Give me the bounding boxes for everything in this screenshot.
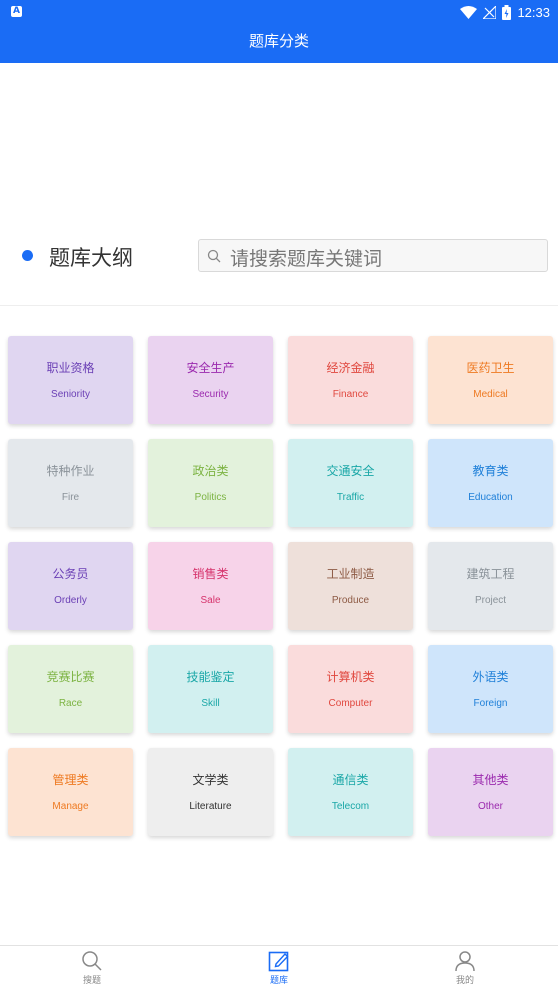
search-placeholder: 请搜索题库关键词	[230, 248, 383, 270]
bottom-nav: 搜题 题库 我的	[0, 945, 558, 992]
category-english: Manage	[52, 801, 89, 812]
category-card[interactable]: 竞赛比赛 Race	[8, 645, 133, 733]
category-english: Foreign	[473, 698, 508, 709]
category-card[interactable]: 技能鉴定 Skill	[148, 645, 273, 733]
category-card[interactable]: 计算机类 Computer	[288, 645, 413, 733]
category-name: 管理类	[52, 773, 89, 787]
status-bar: A 12:33	[0, 0, 558, 24]
category-card[interactable]: 销售类 Sale	[148, 542, 273, 630]
category-card[interactable]: 特种作业 Fire	[8, 439, 133, 527]
category-english: Telecom	[331, 801, 370, 812]
category-english: Skill	[201, 698, 220, 709]
nav-search[interactable]: 搜题	[62, 950, 122, 986]
category-card[interactable]: 职业资格 Seniority	[8, 336, 133, 424]
category-card[interactable]: 文学类 Literature	[148, 748, 273, 836]
category-name: 技能鉴定	[186, 670, 235, 684]
section-header: 题库大纲 请搜索题库关键词	[0, 232, 558, 284]
section-title: 题库大纲	[49, 246, 133, 270]
category-card[interactable]: 管理类 Manage	[8, 748, 133, 836]
category-card[interactable]: 经济金融 Finance	[288, 336, 413, 424]
category-card[interactable]: 医药卫生 Medical	[428, 336, 553, 424]
category-name: 竞赛比赛	[46, 670, 95, 684]
category-name: 建筑工程	[466, 567, 515, 581]
category-name: 职业资格	[46, 361, 95, 375]
category-english: Orderly	[54, 595, 87, 606]
nav-mine[interactable]: 我的	[435, 950, 495, 986]
search-icon	[82, 951, 102, 971]
person-icon	[455, 951, 475, 972]
category-english: Traffic	[336, 492, 365, 503]
category-english: Literature	[189, 801, 232, 812]
category-english: Produce	[331, 595, 370, 606]
category-english: Security	[192, 389, 229, 400]
category-card[interactable]: 建筑工程 Project	[428, 542, 553, 630]
category-name: 经济金融	[326, 361, 375, 375]
app-screen: A 12:33 题库分类 题库大纲 请搜索题库关键词 职业资格 Seniority…	[0, 0, 558, 992]
signal-icon	[483, 5, 497, 19]
notification-a-icon: A	[11, 6, 22, 17]
category-card[interactable]: 政治类 Politics	[148, 439, 273, 527]
nav-bank[interactable]: 题库	[249, 950, 309, 986]
category-grid: 职业资格 Seniority 安全生产 Security 经济金融 Finance 医药卫生…	[8, 336, 554, 836]
page-title: 题库分类	[248, 32, 309, 50]
category-english: Education	[468, 492, 513, 503]
category-card[interactable]: 教育类 Education	[428, 439, 553, 527]
category-card[interactable]: 安全生产 Security	[148, 336, 273, 424]
category-name: 政治类	[192, 464, 229, 478]
category-english: Politics	[194, 492, 227, 503]
category-name: 特种作业	[46, 464, 95, 478]
wifi-icon	[460, 5, 478, 19]
category-english: Seniority	[51, 389, 90, 400]
category-english: Race	[58, 698, 83, 709]
category-card[interactable]: 公务员 Orderly	[8, 542, 133, 630]
divider	[0, 305, 558, 306]
category-english: Medical	[473, 389, 508, 400]
clock: 12:33	[517, 4, 550, 20]
category-english: Project	[474, 595, 507, 606]
category-english: Sale	[200, 595, 221, 606]
category-name: 计算机类	[326, 670, 375, 684]
category-card[interactable]: 工业制造 Produce	[288, 542, 413, 630]
category-name: 安全生产	[186, 361, 235, 375]
category-name: 医药卫生	[466, 361, 515, 375]
category-name: 外语类	[472, 670, 509, 684]
category-name: 销售类	[192, 567, 229, 581]
edit-icon	[268, 951, 289, 972]
top-bar: A 12:33 题库分类	[0, 0, 558, 63]
section-dot-icon	[22, 250, 33, 261]
search-icon	[207, 249, 221, 263]
category-name: 公务员	[52, 567, 89, 581]
category-english: Computer	[328, 698, 373, 709]
status-icons: 12:33	[460, 3, 550, 21]
nav-search-label: 搜题	[82, 976, 101, 986]
category-card[interactable]: 交通安全 Traffic	[288, 439, 413, 527]
category-name: 交通安全	[326, 464, 375, 478]
nav-mine-label: 我的	[455, 976, 474, 986]
battery-icon	[502, 4, 512, 20]
category-card[interactable]: 外语类 Foreign	[428, 645, 553, 733]
category-name: 通信类	[332, 773, 369, 787]
category-english: Finance	[332, 389, 369, 400]
category-name: 其他类	[472, 773, 509, 787]
category-name: 文学类	[192, 773, 229, 787]
category-english: Fire	[61, 492, 80, 503]
category-name: 教育类	[472, 464, 509, 478]
category-card[interactable]: 其他类 Other	[428, 748, 553, 836]
category-english: Other	[477, 801, 503, 812]
nav-bank-label: 题库	[269, 976, 288, 986]
category-name: 工业制造	[326, 567, 375, 581]
search-input[interactable]: 请搜索题库关键词	[198, 239, 548, 272]
category-card[interactable]: 通信类 Telecom	[288, 748, 413, 836]
